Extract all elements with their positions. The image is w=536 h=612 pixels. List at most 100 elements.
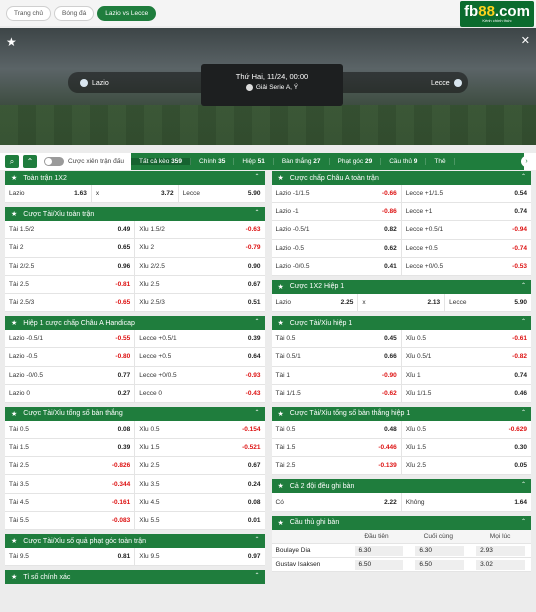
star-icon[interactable]: ★ bbox=[11, 174, 17, 182]
odds-cell[interactable]: Lecce 5.90 bbox=[179, 185, 265, 202]
odds-cell[interactable]: Lazio -1/1.5 -0.66 bbox=[272, 185, 402, 203]
chevron-up-icon[interactable]: ⌃ bbox=[521, 173, 526, 180]
odds-cell[interactable]: Xỉu 0.5/1 -0.82 bbox=[402, 348, 531, 365]
odds-cell[interactable]: Xỉu 1.5 -0.521 bbox=[135, 439, 264, 456]
market-header[interactable]: ★ Cược Tài/Xỉu hiệp 1 ⌃ bbox=[271, 316, 531, 331]
odds-cell[interactable]: Tài 0.5/1 0.66 bbox=[272, 348, 402, 366]
tab-3[interactable]: Bàn thắng 27 bbox=[274, 158, 330, 165]
breadcrumb-home[interactable]: Trang chủ bbox=[6, 5, 52, 21]
odds-cell[interactable]: Tài 0.5 0.08 bbox=[5, 420, 136, 439]
odds-cell[interactable]: Tài 9.5 0.81 bbox=[5, 548, 136, 566]
odds-cell[interactable]: Tài 4.5 -0.161 bbox=[5, 493, 136, 511]
odds-cell[interactable]: Tài 2.5 -0.139 bbox=[272, 457, 402, 475]
star-icon[interactable]: ★ bbox=[11, 573, 17, 581]
odds-cell[interactable]: Lazio -0.5/1 -0.55 bbox=[5, 330, 136, 348]
odds-cell[interactable]: Tài 0.5 0.45 bbox=[272, 330, 402, 348]
chevron-up-icon[interactable]: ⌃ bbox=[254, 173, 259, 180]
odds-cell[interactable]: Lecce +0.5 -0.74 bbox=[402, 240, 531, 257]
chevron-up-icon[interactable]: ⌃ bbox=[521, 409, 526, 416]
scorer-odds-cell[interactable]: 6.50 bbox=[409, 558, 470, 571]
odds-cell[interactable]: Xỉu 4.5 0.08 bbox=[135, 494, 264, 511]
tab-6[interactable]: Thẻ bbox=[426, 158, 455, 165]
chevron-up-icon[interactable]: ⌃ bbox=[521, 481, 526, 488]
odds-cell[interactable]: Xỉu 0.5 -0.154 bbox=[135, 421, 264, 438]
odds-cell[interactable]: Tài 2 0.65 bbox=[5, 239, 136, 257]
tab-2[interactable]: Hiệp 51 bbox=[234, 158, 274, 165]
favorite-star-icon[interactable]: ★ bbox=[6, 35, 17, 49]
odds-cell[interactable]: Xỉu 2.5 0.67 bbox=[135, 276, 264, 293]
odds-cell[interactable]: Xỉu 2 -0.79 bbox=[135, 239, 264, 256]
odds-cell[interactable]: Lecce 0 -0.43 bbox=[135, 385, 264, 402]
chevron-up-icon[interactable]: ⌃ bbox=[521, 518, 526, 525]
odds-cell[interactable]: Lecce +1 0.74 bbox=[402, 203, 531, 220]
chevron-right-icon[interactable]: › bbox=[521, 156, 532, 167]
odds-cell[interactable]: Tài 2.5 -0.81 bbox=[5, 275, 136, 293]
parlay-toggle[interactable] bbox=[44, 157, 64, 166]
odds-cell[interactable]: Tài 1.5 0.39 bbox=[5, 439, 136, 457]
market-header[interactable]: ★ Cược Tài/Xỉu số quả phạt góc toàn trận ⌃ bbox=[5, 534, 265, 548]
odds-cell[interactable]: Lecce +0.5 0.64 bbox=[135, 348, 264, 365]
odds-cell[interactable]: Xỉu 9.5 0.97 bbox=[135, 548, 264, 565]
odds-cell[interactable]: Xỉu 3.5 0.24 bbox=[135, 475, 264, 492]
scorer-odds-cell[interactable]: 6.30 bbox=[349, 544, 410, 557]
search-icon[interactable]: ⌕ bbox=[5, 155, 19, 168]
market-header[interactable]: ★ Cược Tài/Xỉu tổng số bàn thắng hiệp 1 ⌃ bbox=[271, 406, 531, 421]
scorer-odds-cell[interactable]: 6.30 bbox=[409, 544, 470, 557]
scorer-odds-cell[interactable]: 2.93 bbox=[470, 544, 531, 557]
odds-cell[interactable]: Tài 1.5/2 0.49 bbox=[5, 221, 136, 239]
close-icon[interactable]: ✕ bbox=[521, 34, 530, 47]
market-header[interactable]: ★ Cược Tài/Xỉu toàn trận ⌃ bbox=[5, 207, 265, 222]
odds-cell[interactable]: Tài 2.5/3 -0.65 bbox=[5, 293, 136, 312]
odds-cell[interactable]: Xỉu 2.5/3 0.51 bbox=[135, 294, 264, 311]
odds-cell[interactable]: Không 1.64 bbox=[402, 493, 531, 510]
chevron-up-icon[interactable]: ⌃ bbox=[254, 536, 259, 543]
odds-cell[interactable]: Lazio -0.5 -0.80 bbox=[5, 348, 136, 366]
odds-cell[interactable]: Lazio 1.63 bbox=[5, 185, 92, 203]
odds-cell[interactable]: Tài 5.5 -0.083 bbox=[5, 511, 136, 529]
odds-cell[interactable]: Lecce 5.90 bbox=[445, 294, 531, 311]
market-header[interactable]: ★ Cược chấp Châu A toàn trận ⌃ bbox=[271, 171, 531, 185]
odds-cell[interactable]: Lazio -0.5/1 0.82 bbox=[272, 221, 402, 239]
odds-cell[interactable]: Xỉu 0.5 -0.61 bbox=[402, 330, 531, 347]
odds-cell[interactable]: Xỉu 0.5 -0.629 bbox=[402, 421, 531, 438]
odds-cell[interactable]: Tài 0.5 0.48 bbox=[272, 420, 402, 439]
odds-cell[interactable]: Lazio -0.5 0.62 bbox=[272, 239, 402, 257]
tab-4[interactable]: Phạt góc 29 bbox=[330, 158, 382, 165]
chevron-up-icon[interactable]: ⌃ bbox=[254, 318, 259, 325]
odds-cell[interactable]: Lazio 0 0.27 bbox=[5, 384, 136, 402]
chevron-up-icon[interactable]: ⌃ bbox=[521, 282, 526, 289]
tab-5[interactable]: Cầu thủ 9 bbox=[381, 158, 427, 165]
star-icon[interactable]: ★ bbox=[11, 410, 17, 418]
tab-0[interactable]: Tất cả kèo 359 bbox=[131, 158, 192, 165]
odds-cell[interactable]: x 2.13 bbox=[358, 293, 446, 312]
odds-cell[interactable]: Lecce +0.5/1 -0.94 bbox=[402, 221, 531, 238]
odds-cell[interactable]: Lazio -0/0.5 0.41 bbox=[272, 257, 402, 275]
odds-cell[interactable]: Lecce +0/0.5 -0.53 bbox=[402, 258, 531, 275]
odds-cell[interactable]: Lecce +0/0.5 -0.93 bbox=[135, 367, 264, 384]
star-icon[interactable]: ★ bbox=[278, 174, 284, 182]
odds-cell[interactable]: Lazio 2.25 bbox=[272, 293, 359, 312]
breadcrumb-football[interactable]: Bóng đá bbox=[54, 5, 95, 21]
odds-cell[interactable]: Xỉu 2/2.5 0.90 bbox=[135, 258, 264, 275]
odds-cell[interactable]: Tài 1 -0.90 bbox=[272, 366, 402, 384]
chevron-up-icon[interactable]: ⌃ bbox=[521, 318, 526, 325]
market-header[interactable]: ★ Cược Tài/Xỉu tổng số bàn thắng ⌃ bbox=[5, 406, 265, 421]
brand-logo[interactable]: fb88.com Kênh chính thức bbox=[460, 1, 534, 27]
market-header[interactable]: ★ Hiệp 1 cược chấp Châu A Handicap ⌃ bbox=[5, 316, 265, 331]
market-header[interactable]: ★ Cược 1X2 Hiệp 1 ⌃ bbox=[271, 279, 531, 294]
odds-cell[interactable]: Xỉu 2.5 0.05 bbox=[402, 457, 531, 474]
star-icon[interactable]: ★ bbox=[11, 537, 17, 545]
odds-cell[interactable]: Lecce +1/1.5 0.54 bbox=[402, 185, 531, 202]
scorer-odds-cell[interactable]: 3.02 bbox=[470, 558, 531, 571]
odds-cell[interactable]: Lazio -1 -0.86 bbox=[272, 203, 402, 221]
odds-cell[interactable]: Có 2.22 bbox=[272, 493, 402, 511]
odds-cell[interactable]: Tài 2.5 -0.826 bbox=[5, 457, 136, 475]
odds-cell[interactable]: Xỉu 1.5 0.30 bbox=[402, 439, 531, 456]
odds-cell[interactable]: Xỉu 1.5/2 -0.63 bbox=[135, 221, 264, 238]
odds-cell[interactable]: Tài 3.5 -0.344 bbox=[5, 475, 136, 493]
odds-cell[interactable]: Lazio -0/0.5 0.77 bbox=[5, 366, 136, 384]
odds-cell[interactable]: Tài 1.5 -0.446 bbox=[272, 439, 402, 457]
odds-cell[interactable]: Xỉu 5.5 0.01 bbox=[135, 512, 264, 529]
star-icon[interactable]: ★ bbox=[278, 519, 284, 527]
chevron-up-icon[interactable]: ⌃ bbox=[254, 209, 259, 216]
